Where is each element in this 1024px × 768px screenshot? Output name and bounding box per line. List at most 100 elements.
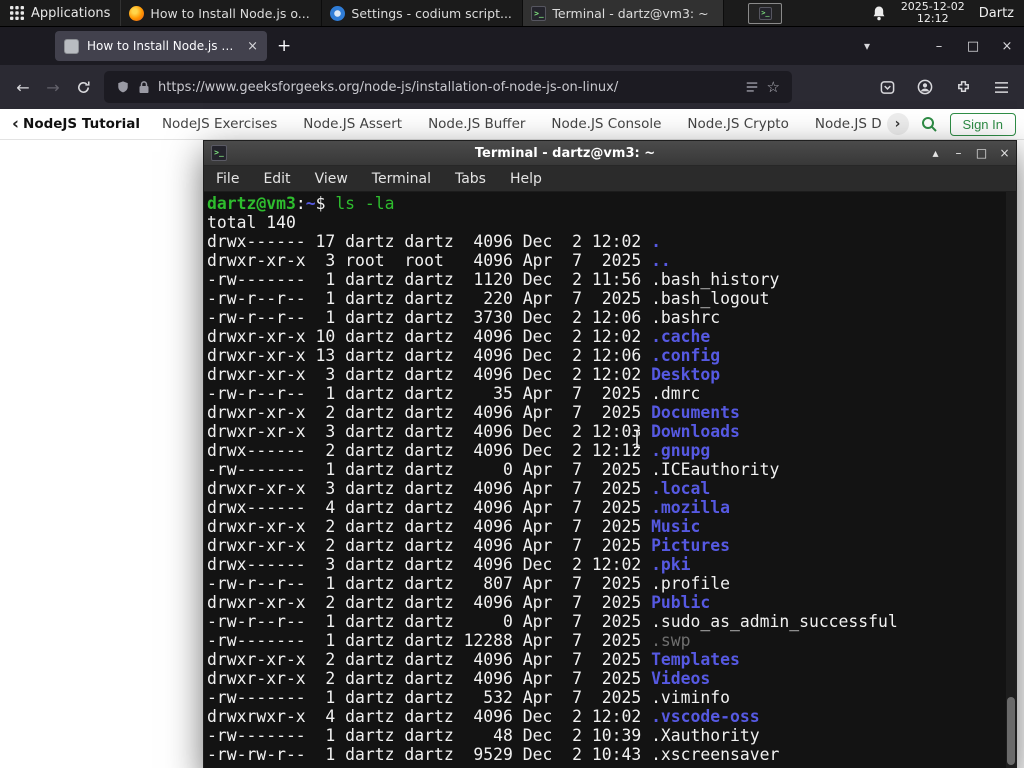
panel-clock[interactable]: 2025-12-02 12:12 — [901, 1, 965, 25]
subnav-link[interactable]: Node.JS Console — [551, 116, 661, 132]
terminal-prompt-line: dartz@vm3:~$ ls -la — [207, 194, 395, 213]
account-icon[interactable] — [910, 72, 940, 102]
terminal-listing-row: drwxr-xr-x 3 root root 4096 Apr 7 2025 .… — [207, 251, 671, 270]
terminal-window: >_ Terminal - dartz@vm3: ~ ▴ – □ × File E… — [203, 140, 1017, 768]
menu-hamburger-icon[interactable] — [986, 72, 1016, 102]
subnav-link[interactable]: Node.JS Crypto — [687, 116, 788, 132]
terminal-listing-row: -rw------- 1 dartz dartz 48 Dec 2 10:39 … — [207, 726, 760, 745]
terminal-listing-row: drwxr-xr-x 2 dartz dartz 4096 Apr 7 2025… — [207, 536, 731, 555]
subnav-scroll-right-icon[interactable]: › — [886, 113, 909, 135]
forward-icon[interactable]: → — [38, 72, 68, 102]
bookmark-star-icon[interactable]: ☆ — [767, 78, 780, 96]
list-all-tabs-icon[interactable]: ▾ — [850, 39, 884, 53]
url-text: https://www.geeksforgeeks.org/node-js/in… — [158, 79, 619, 95]
terminal-maximize-button[interactable]: □ — [970, 146, 993, 160]
extensions-puzzle-icon[interactable] — [948, 72, 978, 102]
terminal-listing-row: drwx------ 17 dartz dartz 4096 Dec 2 12:… — [207, 232, 661, 251]
reload-icon[interactable] — [68, 72, 98, 102]
browser-tab[interactable]: How to Install Node.js on... × — [55, 31, 267, 61]
subnav-link[interactable]: NodeJS Exercises — [162, 116, 277, 132]
panel-clock-time: 12:12 — [916, 12, 949, 25]
terminal-menu-view[interactable]: View — [303, 171, 360, 187]
terminal-listing-row: drwxrwxr-x 4 dartz dartz 4096 Dec 2 12:0… — [207, 707, 760, 726]
terminal-listing-row: -rw-r--r-- 1 dartz dartz 807 Apr 7 2025 … — [207, 574, 731, 593]
subnav-link[interactable]: Node.JS Assert — [303, 116, 402, 132]
terminal-listing-row: drwx------ 4 dartz dartz 4096 Apr 7 2025… — [207, 498, 731, 517]
geeksforgeeks-subnav: ‹ NodeJS Tutorial NodeJS Exercises Node.J… — [0, 109, 1024, 140]
tab-favicon — [64, 38, 79, 54]
subnav-link[interactable]: Node.JS DNS — [815, 116, 881, 132]
workspace-indicator[interactable]: >_ — [748, 2, 783, 24]
terminal-scrollbar-thumb[interactable] — [1007, 697, 1015, 765]
subnav-link[interactable]: Node.JS Buffer — [428, 116, 525, 132]
applications-grid-icon — [10, 6, 24, 20]
browser-maximize-button[interactable]: □ — [956, 39, 990, 54]
task-button-settings[interactable]: Settings - codium script... — [322, 0, 524, 26]
tab-close-icon[interactable]: × — [247, 39, 258, 54]
terminal-listing-row: drwx------ 2 dartz dartz 4096 Dec 2 12:1… — [207, 441, 711, 460]
back-icon[interactable]: ← — [8, 72, 38, 102]
firefox-icon — [129, 5, 145, 21]
terminal-listing-row: -rw-r--r-- 1 dartz dartz 0 Apr 7 2025 .s… — [207, 612, 898, 631]
terminal-mini-icon: >_ — [758, 6, 772, 20]
terminal-menu-edit[interactable]: Edit — [251, 171, 302, 187]
terminal-minimize-button[interactable]: – — [947, 146, 970, 160]
terminal-listing-row: -rw-rw-r-- 1 dartz dartz 9529 Dec 2 10:4… — [207, 745, 780, 764]
terminal-listing-row: drwxr-xr-x 10 dartz dartz 4096 Dec 2 12:… — [207, 327, 711, 346]
terminal-menu-file[interactable]: File — [204, 171, 251, 187]
applications-menu-button[interactable]: Applications — [0, 0, 120, 26]
terminal-menu-terminal[interactable]: Terminal — [360, 171, 443, 187]
padlock-icon[interactable] — [138, 80, 150, 94]
task-button-terminal[interactable]: >_ Terminal - dartz@vm3: ~ — [523, 0, 725, 26]
terminal-scrollbar[interactable] — [1006, 192, 1016, 768]
terminal-listing-row: drwxr-xr-x 2 dartz dartz 4096 Apr 7 2025… — [207, 517, 701, 536]
terminal-total-line: total 140 — [207, 213, 296, 232]
terminal-icon: >_ — [531, 5, 547, 21]
new-tab-button[interactable]: + — [277, 37, 291, 55]
desktop: Applications How to Install Node.js o...… — [0, 0, 1024, 768]
panel-status-area: 2025-12-02 12:12 Dartz — [871, 0, 1024, 26]
task-label: How to Install Node.js o... — [150, 5, 310, 21]
terminal-listing-row: drwxr-xr-x 2 dartz dartz 4096 Apr 7 2025… — [207, 650, 740, 669]
browser-minimize-button[interactable]: – — [922, 39, 956, 54]
terminal-menubar: File Edit View Terminal Tabs Help — [204, 166, 1016, 192]
terminal-listing-row: -rw-r--r-- 1 dartz dartz 220 Apr 7 2025 … — [207, 289, 770, 308]
sign-in-button[interactable]: Sign In — [949, 112, 1016, 136]
site-search-icon[interactable] — [921, 116, 938, 133]
terminal-shade-button[interactable]: ▴ — [924, 146, 947, 160]
window-controls: ▾ – □ × — [850, 27, 1024, 65]
window-task-list: How to Install Node.js o... Settings - co… — [121, 0, 725, 26]
terminal-menu-tabs[interactable]: Tabs — [443, 171, 498, 187]
task-label: Terminal - dartz@vm3: ~ — [552, 5, 709, 21]
top-panel: Applications How to Install Node.js o...… — [0, 0, 1024, 27]
panel-user-menu[interactable]: Dartz — [979, 6, 1016, 21]
terminal-listing-row: -rw-r--r-- 1 dartz dartz 3730 Dec 2 12:0… — [207, 308, 721, 327]
tracking-shield-icon[interactable] — [116, 80, 130, 95]
terminal-titlebar[interactable]: >_ Terminal - dartz@vm3: ~ ▴ – □ × — [204, 141, 1016, 166]
terminal-listing-row: -rw-r--r-- 1 dartz dartz 35 Apr 7 2025 .… — [207, 384, 701, 403]
address-bar[interactable]: https://www.geeksforgeeks.org/node-js/in… — [104, 71, 792, 103]
task-button-firefox[interactable]: How to Install Node.js o... — [121, 0, 323, 26]
terminal-menu-help[interactable]: Help — [498, 171, 554, 187]
browser-close-button[interactable]: × — [990, 39, 1024, 54]
subnav-right: › Sign In — [886, 112, 1016, 136]
terminal-listing-row: drwxr-xr-x 3 dartz dartz 4096 Dec 2 12:0… — [207, 422, 740, 441]
toolbar-right-icons — [872, 72, 1016, 102]
task-label: Settings - codium script... — [351, 5, 512, 21]
terminal-window-title: Terminal - dartz@vm3: ~ — [474, 145, 656, 161]
terminal-output-area[interactable]: dartz@vm3:~$ ls -la total 140 drwx------ 1… — [204, 192, 1016, 768]
terminal-listing-row: drwxr-xr-x 2 dartz dartz 4096 Apr 7 2025… — [207, 403, 740, 422]
terminal-listing-row: drwxr-xr-x 2 dartz dartz 4096 Apr 7 2025… — [207, 593, 711, 612]
terminal-window-controls: ▴ – □ × — [924, 146, 1016, 160]
notification-bell-icon[interactable] — [871, 5, 887, 22]
terminal-listing-row: -rw------- 1 dartz dartz 0 Apr 7 2025 .I… — [207, 460, 780, 479]
reader-view-icon[interactable] — [745, 80, 759, 94]
subnav-active-item[interactable]: NodeJS Tutorial — [23, 116, 140, 132]
subnav-links: NodeJS Exercises Node.JS Assert Node.JS Bu… — [162, 116, 881, 132]
pocket-icon[interactable] — [872, 72, 902, 102]
terminal-listing-row: drwxr-xr-x 3 dartz dartz 4096 Dec 2 12:0… — [207, 365, 721, 384]
terminal-close-button[interactable]: × — [993, 146, 1016, 160]
subnav-scroll-left-icon[interactable]: ‹ — [8, 114, 23, 134]
terminal-listing-row: drwxr-xr-x 3 dartz dartz 4096 Apr 7 2025… — [207, 479, 711, 498]
terminal-listing-row: -rw------- 1 dartz dartz 1120 Dec 2 11:5… — [207, 270, 780, 289]
